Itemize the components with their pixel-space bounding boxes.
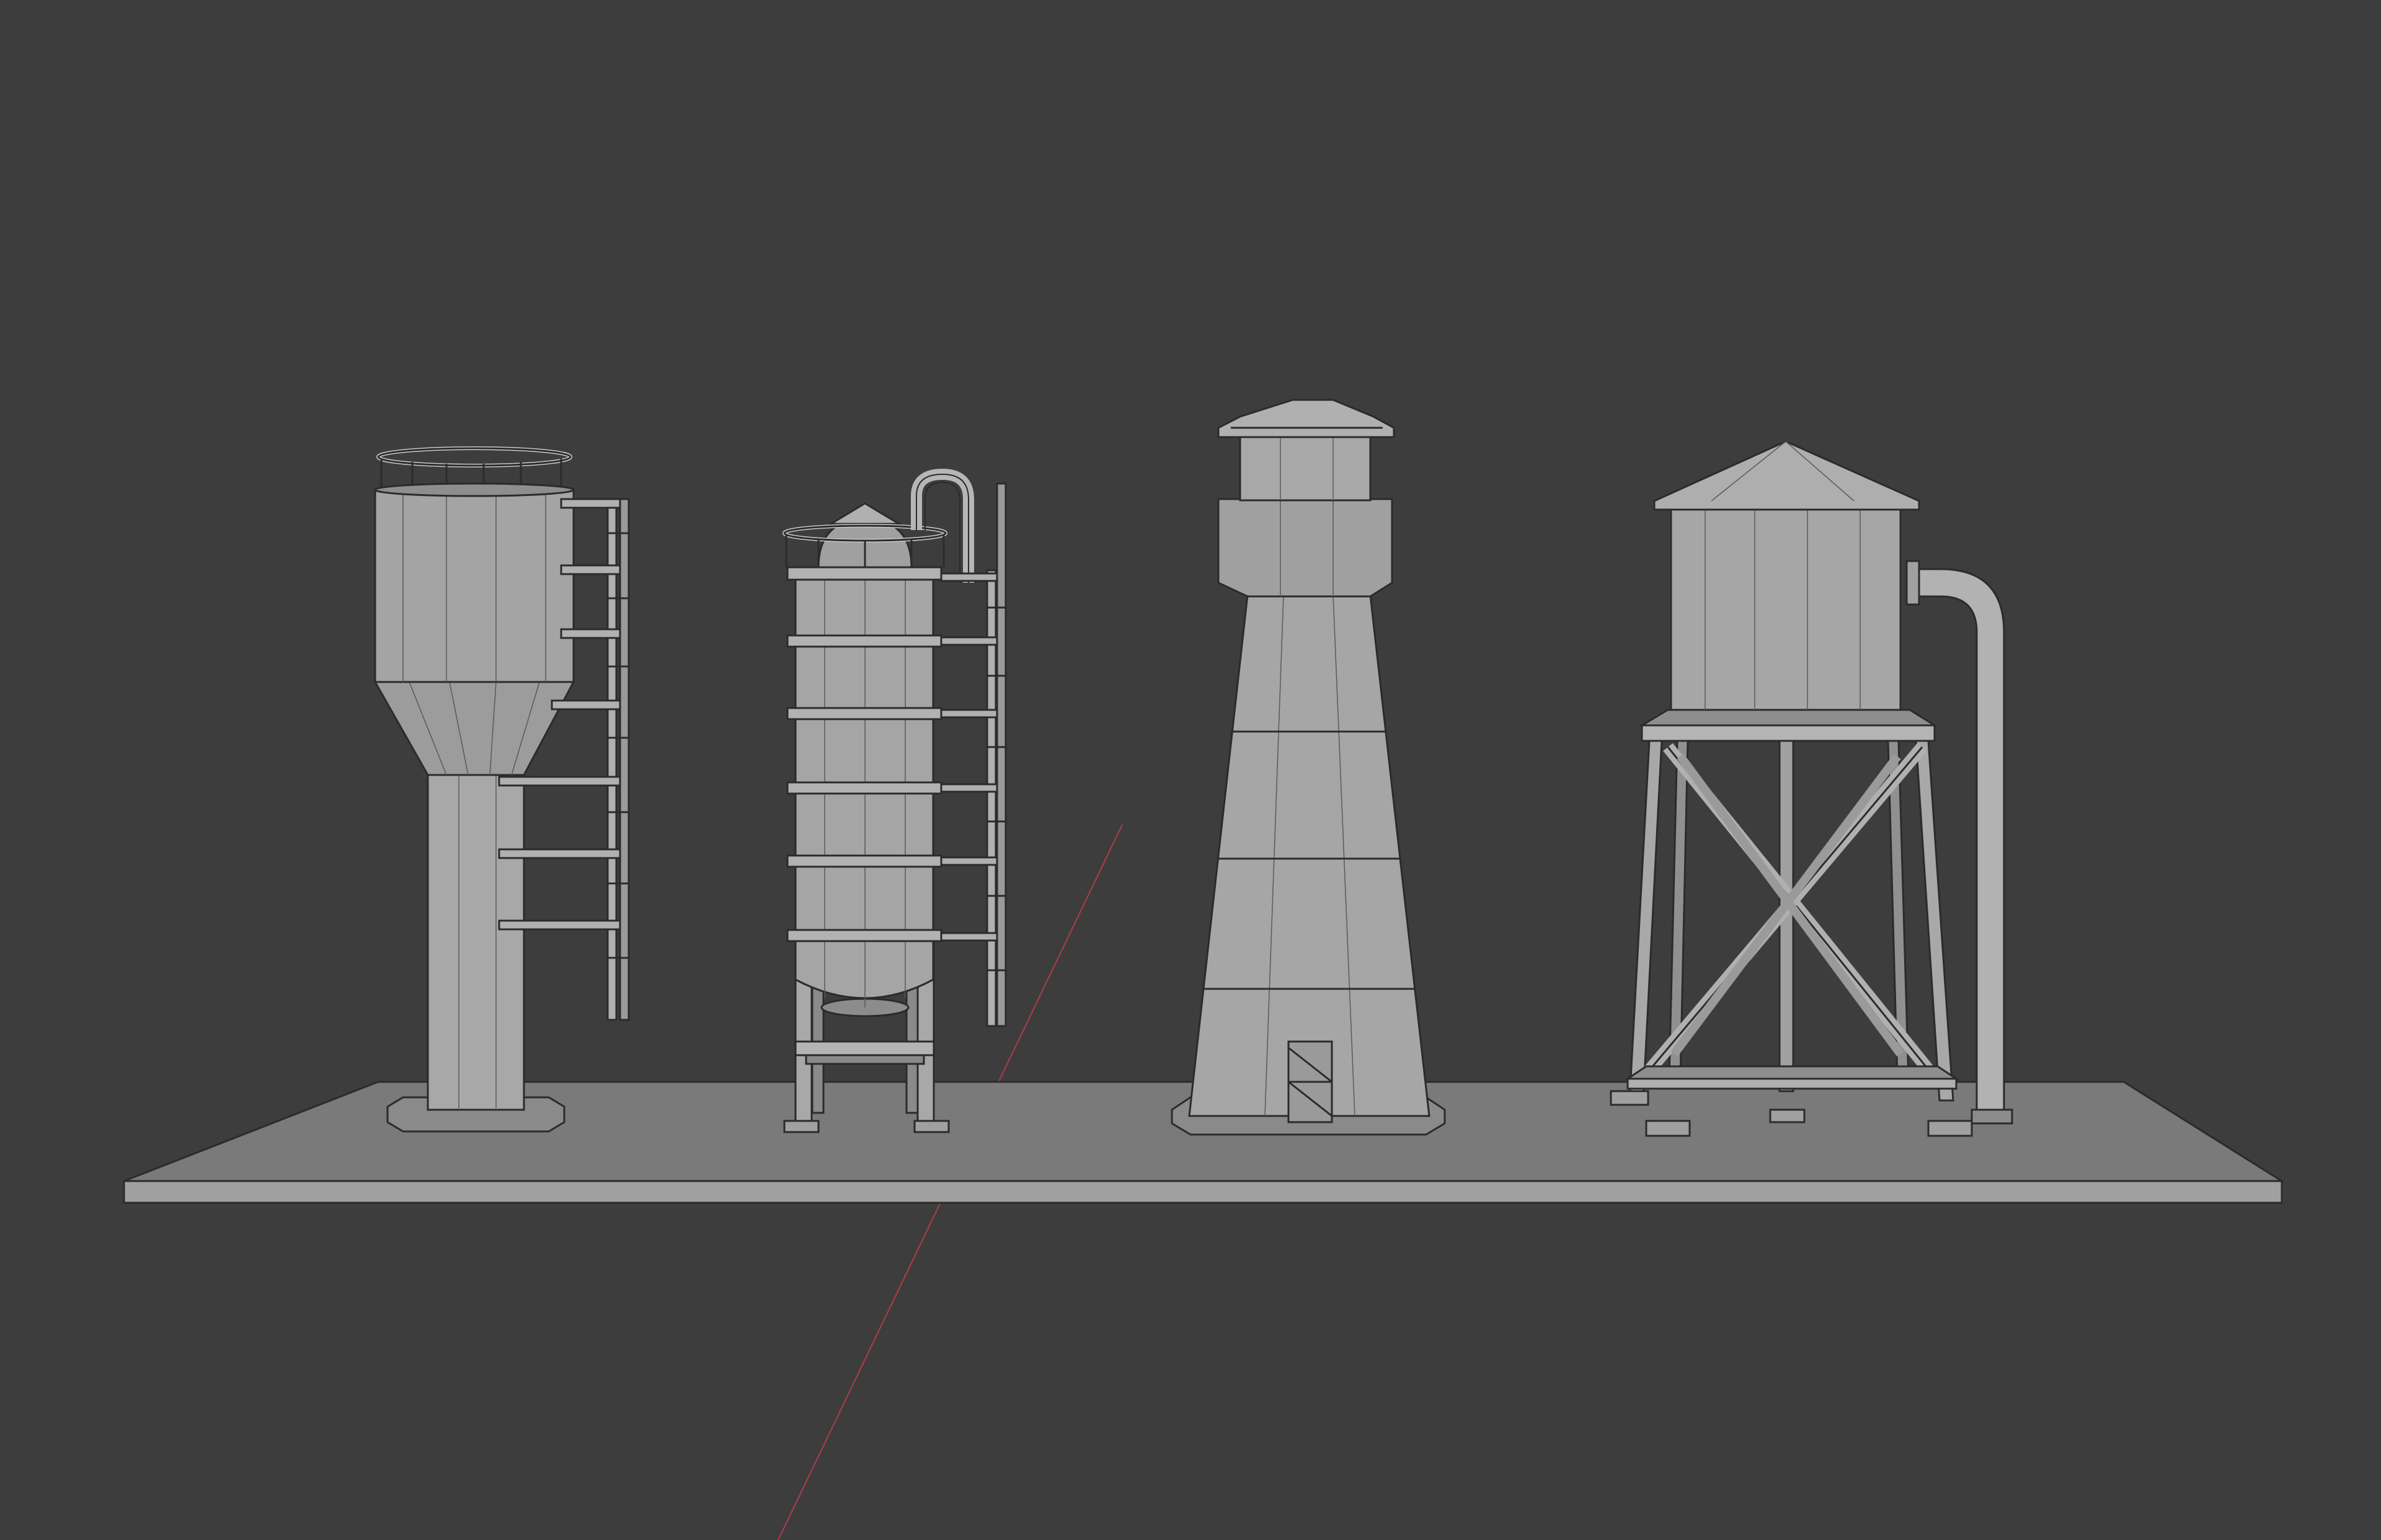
3d-viewport[interactable]: [0, 0, 2381, 1540]
wooden-water-tank-on-frame-with-pipe: [1610, 440, 2013, 1137]
lighthouse-style-tower-with-door: [1171, 399, 1446, 1136]
scene-render: [123, 399, 2286, 1540]
concrete-water-tower-with-ladder: [373, 446, 630, 1133]
cylindrical-silo-with-ladder: [783, 468, 1007, 1133]
